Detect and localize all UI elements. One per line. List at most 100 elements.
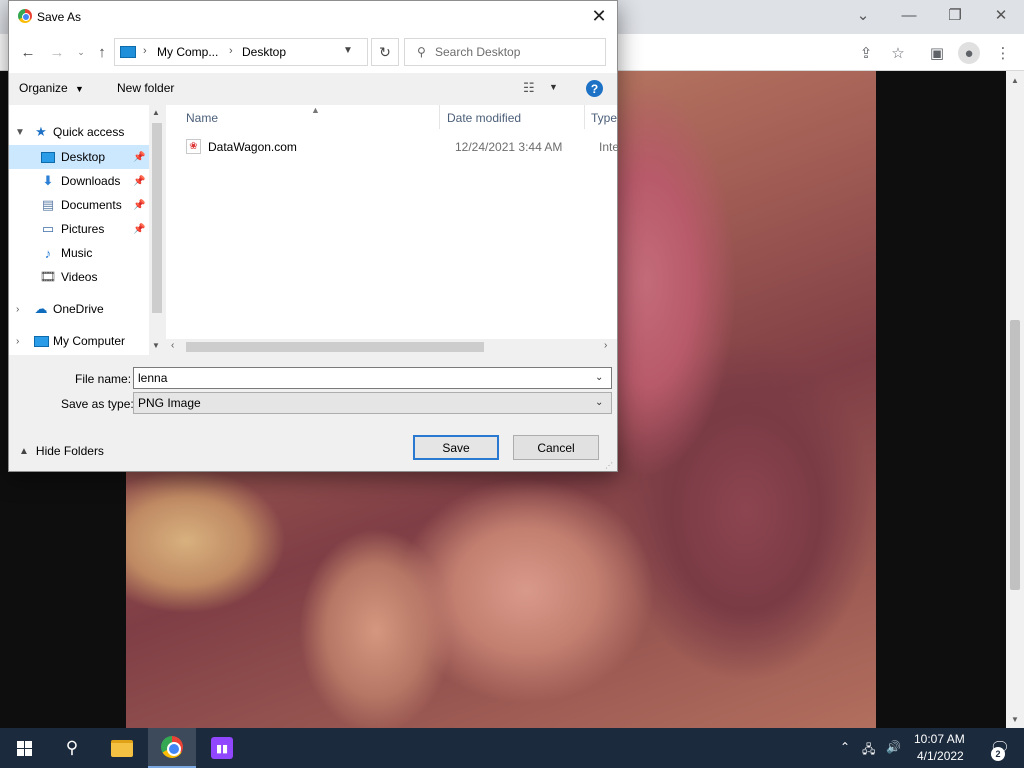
save-as-type-select[interactable]: PNG Image (133, 392, 612, 414)
save-button[interactable]: Save (413, 435, 499, 460)
nav-videos[interactable]: 🎞 Videos (9, 265, 149, 289)
collapsed-chevron-icon[interactable]: › (16, 304, 19, 315)
collapsed-chevron-icon[interactable]: › (16, 336, 19, 347)
twitch-taskbar-button[interactable]: ▮▮ (198, 728, 246, 768)
column-header-date[interactable]: Date modified (447, 111, 521, 125)
windows-logo-icon (16, 740, 32, 756)
dialog-title: Save As (37, 10, 82, 24)
file-list-hscrollbar[interactable]: ‹ › (166, 339, 617, 355)
pin-icon[interactable]: 📌 (133, 224, 145, 235)
clock-date[interactable]: 4/1/2022 (917, 749, 964, 763)
view-dropdown-icon[interactable]: ▼ (549, 82, 558, 92)
new-folder-button[interactable]: New folder (117, 81, 174, 95)
share-icon[interactable]: ⇪ (855, 42, 877, 64)
hide-folders-label: Hide Folders (35, 444, 104, 458)
breadcrumb-chevron-icon[interactable]: › (229, 45, 233, 57)
breadcrumb-chevron-icon[interactable]: › (143, 45, 147, 57)
file-explorer-taskbar-button[interactable] (98, 728, 146, 768)
internet-shortcut-icon: ❀ (186, 139, 201, 154)
scroll-down-icon[interactable]: ▼ (152, 341, 160, 350)
view-options-icon[interactable]: ☷ (523, 80, 535, 96)
search-input[interactable] (435, 44, 595, 60)
chevron-down-icon[interactable]: ⌄ (595, 372, 603, 383)
search-icon: ⚲ (417, 45, 426, 59)
hide-folders-button[interactable]: ▲ Hide Folders (19, 442, 104, 460)
forward-arrow-icon[interactable]: → (47, 42, 67, 62)
volume-icon[interactable]: 🔊 (886, 740, 901, 754)
navigation-pane: ▼ ★ Quick access Desktop 📌 ⬇ Downloads 📌… (9, 105, 165, 355)
dialog-command-bar: Organize ▼ New folder ☷ ▼ ? (9, 73, 617, 105)
search-taskbar-button[interactable]: ⚲ (48, 728, 96, 768)
refresh-icon[interactable]: ↻ (371, 38, 399, 66)
minimize-icon[interactable]: — (886, 4, 932, 26)
address-bar[interactable]: › My Comp... › Desktop ▼ (114, 38, 368, 66)
scroll-right-icon[interactable]: › (604, 340, 607, 351)
nav-downloads[interactable]: ⬇ Downloads 📌 (9, 169, 149, 193)
chevron-down-icon[interactable]: ⌄ (595, 397, 603, 408)
scroll-left-icon[interactable]: ‹ (171, 340, 174, 351)
nav-my-computer[interactable]: › My Computer (9, 329, 149, 353)
nav-pictures[interactable]: ▭ Pictures 📌 (9, 217, 149, 241)
search-box[interactable]: ⚲ (404, 38, 606, 66)
dropdown-arrow-icon: ▼ (75, 84, 84, 94)
organize-button[interactable]: Organize ▼ (19, 81, 84, 95)
up-arrow-icon[interactable]: ↑ (92, 42, 112, 62)
window-close-icon[interactable]: ✕ (978, 4, 1024, 26)
chrome-logo-icon (18, 9, 32, 23)
computer-icon (120, 46, 136, 58)
column-divider[interactable] (439, 105, 440, 129)
pin-icon[interactable]: 📌 (133, 200, 145, 211)
file-type: Internet Shortcut (599, 140, 619, 154)
column-divider[interactable] (584, 105, 585, 129)
network-icon[interactable]: 🖧 (862, 740, 875, 761)
file-name-label: File name: (75, 372, 132, 386)
bookmark-star-icon[interactable]: ☆ (887, 42, 909, 64)
nav-scrollbar-thumb[interactable] (152, 123, 162, 313)
scroll-up-icon[interactable]: ▲ (152, 108, 160, 117)
page-scrollbar-thumb[interactable] (1010, 320, 1020, 590)
restore-icon[interactable]: ❐ (932, 4, 978, 26)
scroll-down-icon[interactable]: ▼ (1008, 712, 1022, 726)
start-button[interactable] (0, 728, 48, 768)
breadcrumb-segment-desktop[interactable]: Desktop (242, 45, 286, 59)
expanded-chevron-icon[interactable]: ▼ (15, 127, 25, 138)
nav-quick-access[interactable]: ▼ ★ Quick access (9, 120, 149, 144)
hscrollbar-thumb[interactable] (186, 342, 484, 352)
chevron-up-icon: ▲ (19, 445, 29, 457)
column-header-type[interactable]: Type (591, 111, 617, 125)
clock-time[interactable]: 10:07 AM (914, 732, 965, 746)
computer-icon (33, 333, 49, 349)
close-icon[interactable]: ✕ (585, 5, 613, 27)
address-dropdown-icon[interactable]: ▼ (343, 45, 353, 56)
nav-onedrive[interactable]: › ☁ OneDrive (9, 297, 149, 321)
nav-label: OneDrive (53, 302, 104, 316)
taskbar: ⚲ ▮▮ ⌃ 🖧 🔊 10:07 AM 4/1/2022 🗨 2 (0, 728, 1024, 768)
dialog-titlebar: Save As ✕ (9, 1, 617, 32)
pin-icon[interactable]: 📌 (133, 152, 145, 163)
document-icon: ▤ (41, 197, 55, 212)
tray-chevron-up-icon[interactable]: ⌃ (840, 740, 850, 754)
menu-icon[interactable]: ⋮ (992, 42, 1014, 64)
breadcrumb-segment-computer[interactable]: My Comp... (157, 45, 218, 59)
nav-label: Quick access (53, 125, 125, 139)
file-name-input[interactable]: lenna (133, 367, 612, 389)
film-icon: 🎞 (39, 269, 57, 284)
nav-music[interactable]: ♪ Music (9, 241, 149, 265)
scroll-up-icon[interactable]: ▲ (1008, 73, 1022, 87)
back-arrow-icon[interactable]: ← (18, 42, 38, 62)
profile-icon[interactable]: ● (958, 42, 980, 64)
side-panel-icon[interactable]: ▣ (926, 42, 948, 64)
nav-scrollbar[interactable]: ▲ ▼ (149, 105, 165, 355)
nav-documents[interactable]: ▤ Documents 📌 (9, 193, 149, 217)
chrome-taskbar-button[interactable] (148, 728, 196, 768)
resize-grip-icon[interactable]: ⋰ (605, 461, 615, 471)
pin-icon[interactable]: 📌 (133, 176, 145, 187)
nav-label: Documents (61, 198, 122, 212)
help-icon[interactable]: ? (586, 80, 603, 97)
cancel-button[interactable]: Cancel (513, 435, 599, 460)
file-row[interactable]: ❀ DataWagon.com 12/24/2021 3:44 AM Inter… (186, 137, 619, 157)
column-header-name[interactable]: Name (186, 111, 218, 125)
recent-locations-chevron-icon[interactable]: ⌄ (71, 42, 91, 62)
nav-desktop[interactable]: Desktop 📌 (9, 145, 149, 169)
chevron-down-icon[interactable]: ⌄ (840, 4, 886, 26)
